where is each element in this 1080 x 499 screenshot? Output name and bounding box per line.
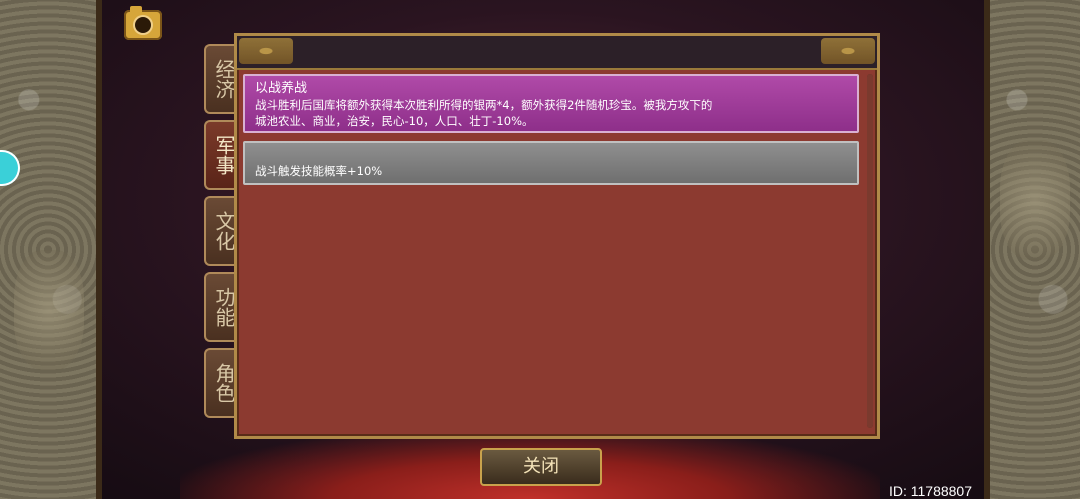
camera-icon[interactable] — [124, 6, 162, 40]
tech-item-description: 战斗触发技能概率+10% — [255, 164, 383, 178]
corner-ornament — [821, 38, 875, 64]
dragon-ornament — [14, 250, 84, 370]
tech-item-card[interactable]: 以战养战 战斗胜利后国库将额外获得本次胜利所得的银两*4，额外获得2件随机珍宝。… — [243, 74, 859, 133]
right-decor-panel — [984, 0, 1080, 499]
panel-header — [237, 36, 877, 70]
tech-list: 以战养战 战斗胜利后国库将额外获得本次胜利所得的银两*4，额外获得2件随机珍宝。… — [243, 74, 859, 193]
tech-item-card[interactable]: 战斗触发技能概率+10% — [243, 141, 859, 185]
tech-item-title: 以战养战 — [255, 81, 308, 96]
tech-panel: 以战养战 战斗胜利后国库将额外获得本次胜利所得的银两*4，额外获得2件随机珍宝。… — [234, 33, 880, 439]
scrollbar[interactable] — [867, 74, 873, 428]
tech-item-description: 城池农业、商业，治安，民心-10，人口、壮丁-10%。 — [255, 114, 534, 128]
close-button[interactable]: 关闭 — [480, 448, 602, 486]
left-decor-panel — [0, 0, 102, 499]
dragon-ornament — [1000, 140, 1070, 260]
tech-item-description: 战斗胜利后国库将额外获得本次胜利所得的银两*4，额外获得2件随机珍宝。被我方攻下… — [255, 98, 713, 112]
corner-ornament — [239, 38, 293, 64]
player-id-label: ID: 11788807 — [888, 483, 972, 499]
